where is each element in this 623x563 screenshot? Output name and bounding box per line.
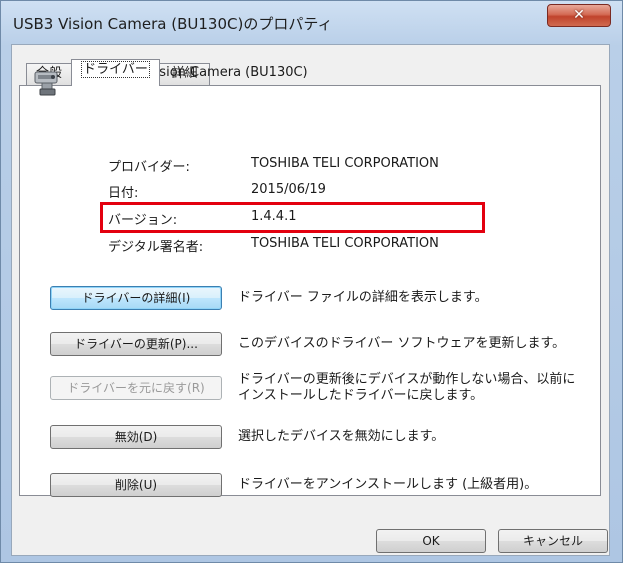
date-value: 2015/06/19	[251, 182, 326, 197]
roll-back-driver-description-line2: インストールしたドライバーに戻します。	[238, 388, 484, 403]
usb-camera-icon	[34, 71, 58, 96]
roll-back-driver-button[interactable]: ドライバーを元に戻す(R)	[50, 376, 222, 400]
close-icon: ✕	[573, 7, 585, 23]
digital-signer-label: デジタル署名者:	[108, 240, 204, 255]
provider-label: プロバイダー:	[108, 160, 190, 175]
close-button[interactable]: ✕	[547, 4, 611, 27]
properties-window: USB3 Vision Camera (BU130C)のプロパティ ✕ 全般 ド…	[0, 0, 623, 563]
uninstall-driver-button[interactable]: 削除(U)	[50, 473, 222, 497]
digital-signer-value: TOSHIBA TELI CORPORATION	[251, 236, 439, 251]
disable-device-button[interactable]: 無効(D)	[50, 425, 222, 449]
tab-driver[interactable]: ドライバー	[71, 59, 160, 86]
date-label: 日付:	[108, 186, 139, 201]
driver-details-description: ドライバー ファイルの詳細を表示します。	[238, 290, 488, 305]
ok-button[interactable]: OK	[376, 529, 486, 553]
provider-value: TOSHIBA TELI CORPORATION	[251, 156, 439, 171]
tab-driver-label: ドライバー	[81, 61, 150, 78]
update-driver-button[interactable]: ドライバーの更新(P)...	[50, 332, 222, 356]
version-highlight-box	[100, 202, 485, 233]
disable-device-description: 選択したデバイスを無効にします。	[238, 429, 445, 444]
roll-back-driver-description: ドライバーの更新後にデバイスが動作しない場合、以前に	[238, 372, 576, 387]
title-bar[interactable]: USB3 Vision Camera (BU130C)のプロパティ ✕	[1, 1, 622, 43]
driver-details-button[interactable]: ドライバーの詳細(I)	[50, 286, 222, 310]
uninstall-driver-description: ドライバーをアンインストールします (上級者用)。	[238, 477, 538, 492]
cancel-button[interactable]: キャンセル	[498, 529, 608, 553]
window-title: USB3 Vision Camera (BU130C)のプロパティ	[13, 15, 333, 33]
update-driver-description: このデバイスのドライバー ソフトウェアを更新します。	[238, 336, 566, 351]
